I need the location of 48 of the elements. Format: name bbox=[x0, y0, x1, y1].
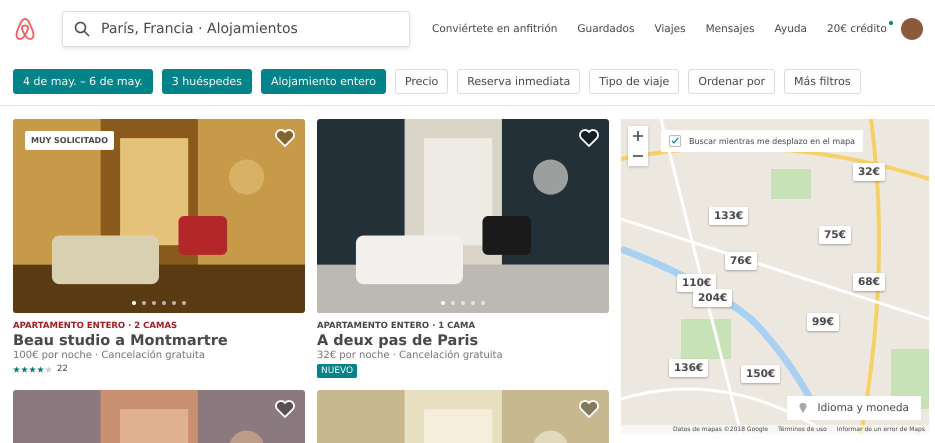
filter-button[interactable]: Tipo de viaje bbox=[589, 69, 680, 94]
filter-button[interactable]: Reserva inmediata bbox=[457, 69, 580, 94]
plus-icon bbox=[633, 131, 643, 141]
price-marker[interactable]: 133€ bbox=[709, 207, 748, 225]
listing-type: APARTAMENTO ENTERO · 2 CAMAS bbox=[13, 321, 178, 331]
listing-title[interactable]: Beau studio a Montmartre bbox=[13, 333, 305, 349]
pin-icon bbox=[799, 403, 808, 413]
search-icon bbox=[74, 21, 90, 37]
filter-button[interactable]: Alojamiento entero bbox=[260, 69, 386, 94]
search-while-moving-checkbox[interactable]: Buscar mientras me desplazo en el mapa bbox=[661, 130, 864, 152]
checkbox[interactable] bbox=[669, 135, 681, 147]
price-marker[interactable]: 136€ bbox=[669, 359, 708, 377]
price-marker[interactable]: 150€ bbox=[741, 365, 780, 383]
nav-link[interactable]: Ayuda bbox=[774, 23, 807, 35]
filter-button[interactable]: 3 huéspedes bbox=[162, 69, 252, 94]
star-rating: 22 bbox=[13, 364, 305, 374]
nav-link[interactable]: 20€ crédito bbox=[826, 23, 887, 35]
heart-icon[interactable] bbox=[275, 400, 295, 418]
zoom-out-button[interactable] bbox=[628, 146, 648, 166]
nav-link[interactable]: Guardados bbox=[577, 23, 634, 35]
nav-link[interactable]: Viajes bbox=[654, 23, 686, 35]
checkbox-label: Buscar mientras me desplazo en el mapa bbox=[689, 136, 856, 146]
zoom-in-button[interactable] bbox=[628, 126, 648, 146]
carousel-dots-icon[interactable] bbox=[132, 301, 186, 305]
nav-link[interactable]: Mensajes bbox=[706, 23, 755, 35]
price-marker[interactable]: 75€ bbox=[819, 226, 851, 244]
new-tag: NUEVO bbox=[317, 364, 358, 378]
filter-button[interactable]: Precio bbox=[394, 69, 448, 94]
price-marker[interactable]: 68€ bbox=[853, 273, 885, 291]
price-marker[interactable]: 99€ bbox=[807, 313, 839, 331]
listing-badge: MUY SOLICITADO bbox=[25, 131, 114, 150]
listing-price: 32€ por noche · Cancelación gratuita bbox=[317, 350, 504, 361]
listing-price: 100€ por noche · Cancelación gratuita bbox=[13, 350, 206, 361]
price-marker[interactable]: 32€ bbox=[853, 163, 885, 181]
carousel-dots-icon[interactable] bbox=[441, 301, 485, 305]
price-marker[interactable]: 110€ bbox=[677, 274, 716, 292]
search-field[interactable]: París, Francia · Alojamientos bbox=[62, 11, 410, 47]
listing-title[interactable]: A deux pas de Paris bbox=[317, 333, 609, 349]
listing-type: APARTAMENTO ENTERO · 1 CAMA bbox=[317, 321, 476, 331]
price-marker[interactable]: 204€ bbox=[693, 289, 732, 307]
filter-button[interactable]: 4 de may. – 6 de may. bbox=[13, 69, 153, 94]
price-marker[interactable]: 76€ bbox=[725, 252, 757, 270]
nav-link[interactable]: Conviértete en anfitrión bbox=[432, 23, 558, 35]
language-button[interactable]: Idioma y moneda bbox=[787, 396, 921, 420]
filter-button[interactable]: Ordenar por bbox=[688, 69, 776, 94]
filter-button[interactable]: Más filtros bbox=[784, 69, 861, 94]
avatar[interactable] bbox=[900, 18, 923, 40]
heart-icon[interactable] bbox=[579, 129, 599, 147]
